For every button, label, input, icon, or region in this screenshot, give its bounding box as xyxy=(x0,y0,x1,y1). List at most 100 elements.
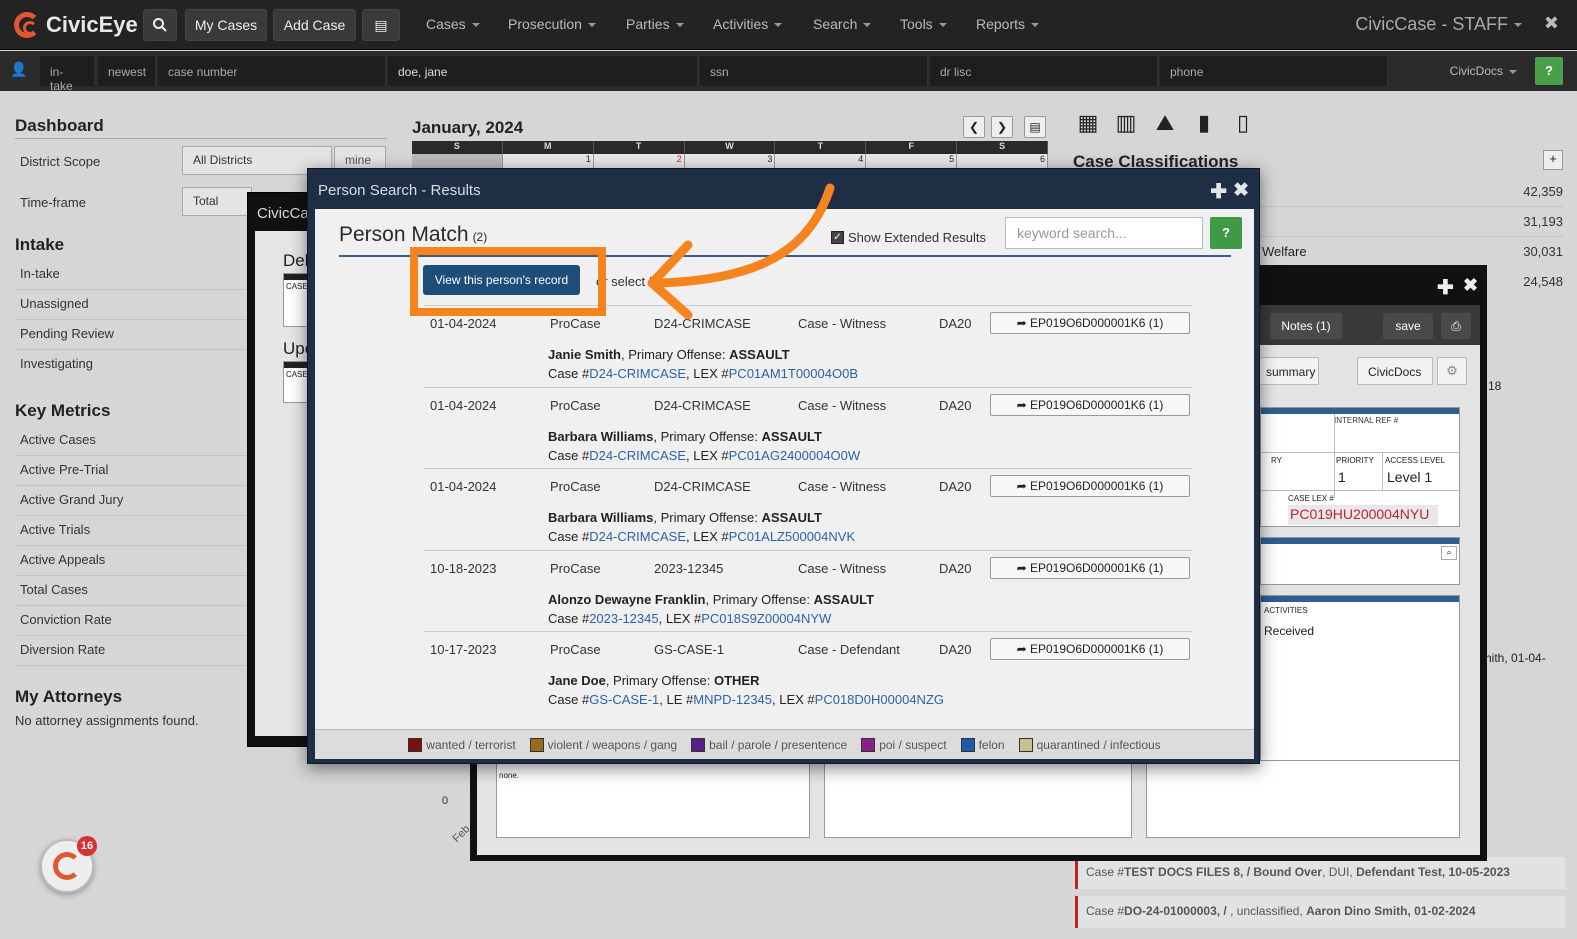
nav-prosecution[interactable]: Prosecution xyxy=(508,16,596,32)
record-link-button[interactable]: ➦ EP019O6D000001K6 (1) xyxy=(990,312,1190,334)
recent-case-item[interactable]: Case #DO-24-01000003, / , unclassified, … xyxy=(1075,896,1565,928)
timeframe-select[interactable]: Total xyxy=(182,187,252,216)
result-row[interactable]: 10-18-2023 ProCase 2023-12345 Case - Witnes… xyxy=(424,549,1192,586)
print-icon[interactable]: ⎙ xyxy=(1441,313,1471,339)
expand-icon[interactable]: ✚ xyxy=(1210,179,1227,204)
map-icon[interactable]: ⛰ xyxy=(1152,110,1178,136)
civicdocs-button[interactable]: CivicDocs xyxy=(1357,357,1433,385)
priority-value[interactable]: 1 xyxy=(1338,469,1346,485)
lex-link[interactable]: PC01AM1T00004O0B xyxy=(729,366,858,381)
case-link[interactable]: D24-CRIMCASE xyxy=(589,529,686,544)
save-button[interactable]: save xyxy=(1383,313,1433,339)
metric-item[interactable]: Active Appeals xyxy=(20,552,105,567)
case-link[interactable]: 2023-12345 xyxy=(589,611,658,626)
record-link-button[interactable]: ➦ EP019O6D000001K6 (1) xyxy=(990,638,1190,660)
phone-input[interactable]: phone xyxy=(1160,56,1388,86)
nav-cases[interactable]: Cases xyxy=(426,16,480,32)
summary-button[interactable]: summary xyxy=(1259,357,1319,385)
keyword-search-input[interactable]: keyword search... xyxy=(1005,217,1203,249)
calendar-day[interactable] xyxy=(412,154,503,168)
record-link-button[interactable]: ➦ EP019O6D000001K6 (1) xyxy=(990,556,1190,579)
list-button[interactable]: ▤ xyxy=(362,9,400,41)
calendar-prev-button[interactable]: ❮ xyxy=(963,116,985,138)
result-row[interactable]: 10-17-2023 ProCase GS-CASE-1 Case - Defenda… xyxy=(424,631,1192,667)
calendar-icon[interactable]: ▥ xyxy=(1113,110,1139,136)
document-icon[interactable]: ▮ xyxy=(1191,110,1217,136)
intake-filter[interactable]: in-take xyxy=(40,56,95,93)
calendar-day[interactable]: 1 xyxy=(503,154,594,168)
calendar-day[interactable]: 4 xyxy=(775,154,867,168)
divider xyxy=(1261,452,1461,453)
close-icon[interactable]: ✖ xyxy=(1233,179,1249,202)
app-title-menu[interactable]: CivicCase - STAFF xyxy=(1355,14,1522,35)
civicdocs-menu[interactable]: CivicDocs xyxy=(1450,64,1517,78)
ssn-input[interactable]: ssn xyxy=(700,56,928,86)
nav-parties[interactable]: Parties xyxy=(626,16,684,32)
result-row[interactable]: 01-04-2024 ProCase D24-CRIMCASE Case - Witn… xyxy=(424,386,1192,423)
unassigned-item[interactable]: Unassigned xyxy=(20,296,89,311)
lex-link[interactable]: PC018S9Z00004NYW xyxy=(701,611,831,626)
intake-item[interactable]: In-take xyxy=(20,266,60,281)
calendar-day[interactable]: 6 xyxy=(957,154,1049,168)
lex-link[interactable]: PC018D0H00004NZG xyxy=(815,692,944,707)
le-link[interactable]: MNPD-12345 xyxy=(693,692,772,707)
app-logo[interactable]: CivicEye xyxy=(14,10,138,40)
result-case: D24-CRIMCASE xyxy=(654,479,751,494)
close-icon[interactable]: ✖ xyxy=(1463,275,1478,296)
day-label: F xyxy=(866,141,958,154)
metric-item[interactable]: Active Trials xyxy=(20,522,90,537)
investigating-item[interactable]: Investigating xyxy=(20,356,93,371)
newest-filter[interactable]: newest xyxy=(98,56,156,86)
case-number-input[interactable]: case number xyxy=(158,56,386,86)
close-icon[interactable]: ✖ xyxy=(1544,13,1559,34)
nav-tools[interactable]: Tools xyxy=(900,16,947,32)
expand-icon[interactable]: ✚ xyxy=(1437,275,1454,300)
metric-item[interactable]: Active Pre-Trial xyxy=(20,462,108,477)
metric-item[interactable]: Diversion Rate xyxy=(20,642,105,657)
help-button[interactable]: ? xyxy=(1535,57,1563,85)
quick-search-bar: 👤 in-take newest case number doe, jane s… xyxy=(0,51,1577,93)
recent-case-item[interactable]: Case #TEST DOCS FILES 8, / Bound Over, D… xyxy=(1075,857,1565,889)
case-lex-value[interactable]: PC019HU200004NYU xyxy=(1288,505,1438,525)
calendar-day[interactable]: 5 xyxy=(866,154,958,168)
case-link[interactable]: GS-CASE-1 xyxy=(589,692,659,707)
calculator-icon[interactable]: ▦ xyxy=(1075,110,1101,136)
nav-reports[interactable]: Reports xyxy=(976,16,1040,32)
notebook-icon[interactable]: ▯ xyxy=(1230,110,1256,136)
search-button[interactable] xyxy=(143,9,177,41)
extended-results-toggle[interactable]: ✓ Show Extended Results xyxy=(831,230,986,245)
calendar-list-button[interactable]: ▤ xyxy=(1024,116,1046,138)
name-input[interactable]: doe, jane xyxy=(388,56,698,86)
record-link-button[interactable]: ➦ EP019O6D000001K6 (1) xyxy=(990,475,1190,497)
access-level-value[interactable]: Level 1 xyxy=(1387,469,1432,485)
metric-item[interactable]: Active Cases xyxy=(20,432,96,447)
notes-button[interactable]: Notes (1) xyxy=(1270,313,1342,339)
search-card: ⌕ xyxy=(1260,537,1460,585)
calendar-day[interactable]: 2 xyxy=(594,154,685,168)
metric-item[interactable]: Conviction Rate xyxy=(20,612,112,627)
result-row[interactable]: 01-04-2024 ProCase D24-CRIMCASE Case - Witn… xyxy=(424,468,1192,504)
metric-item[interactable]: Active Grand Jury xyxy=(20,492,123,507)
record-link-button[interactable]: ➦ EP019O6D000001K6 (1) xyxy=(990,393,1190,416)
offense: ASSAULT xyxy=(761,510,822,525)
count-text: 18 xyxy=(1488,379,1502,393)
add-classification-button[interactable]: + xyxy=(1543,150,1563,170)
search-icon xyxy=(153,18,167,32)
metric-item[interactable]: Total Cases xyxy=(20,582,88,597)
nav-search[interactable]: Search xyxy=(813,16,872,32)
dl-input[interactable]: dr lisc xyxy=(930,56,1158,86)
nav-activities[interactable]: Activities xyxy=(713,16,783,32)
case-link[interactable]: D24-CRIMCASE xyxy=(589,448,686,463)
calendar-next-button[interactable]: ❯ xyxy=(991,116,1013,138)
lex-link[interactable]: PC01ALZ500004NVK xyxy=(729,529,855,544)
my-cases-button[interactable]: My Cases xyxy=(185,9,267,41)
highlight-box xyxy=(410,247,606,316)
calendar-day[interactable]: 3 xyxy=(685,154,776,168)
gear-icon[interactable]: ⚙ xyxy=(1437,357,1467,385)
keyword-help-button[interactable]: ? xyxy=(1210,217,1242,249)
add-case-button[interactable]: Add Case xyxy=(273,9,356,41)
lex-link[interactable]: PC01AG2400004O0W xyxy=(729,448,861,463)
search-icon[interactable]: ⌕ xyxy=(1441,546,1457,560)
case-link[interactable]: D24-CRIMCASE xyxy=(589,366,686,381)
pending-review-item[interactable]: Pending Review xyxy=(20,326,114,341)
